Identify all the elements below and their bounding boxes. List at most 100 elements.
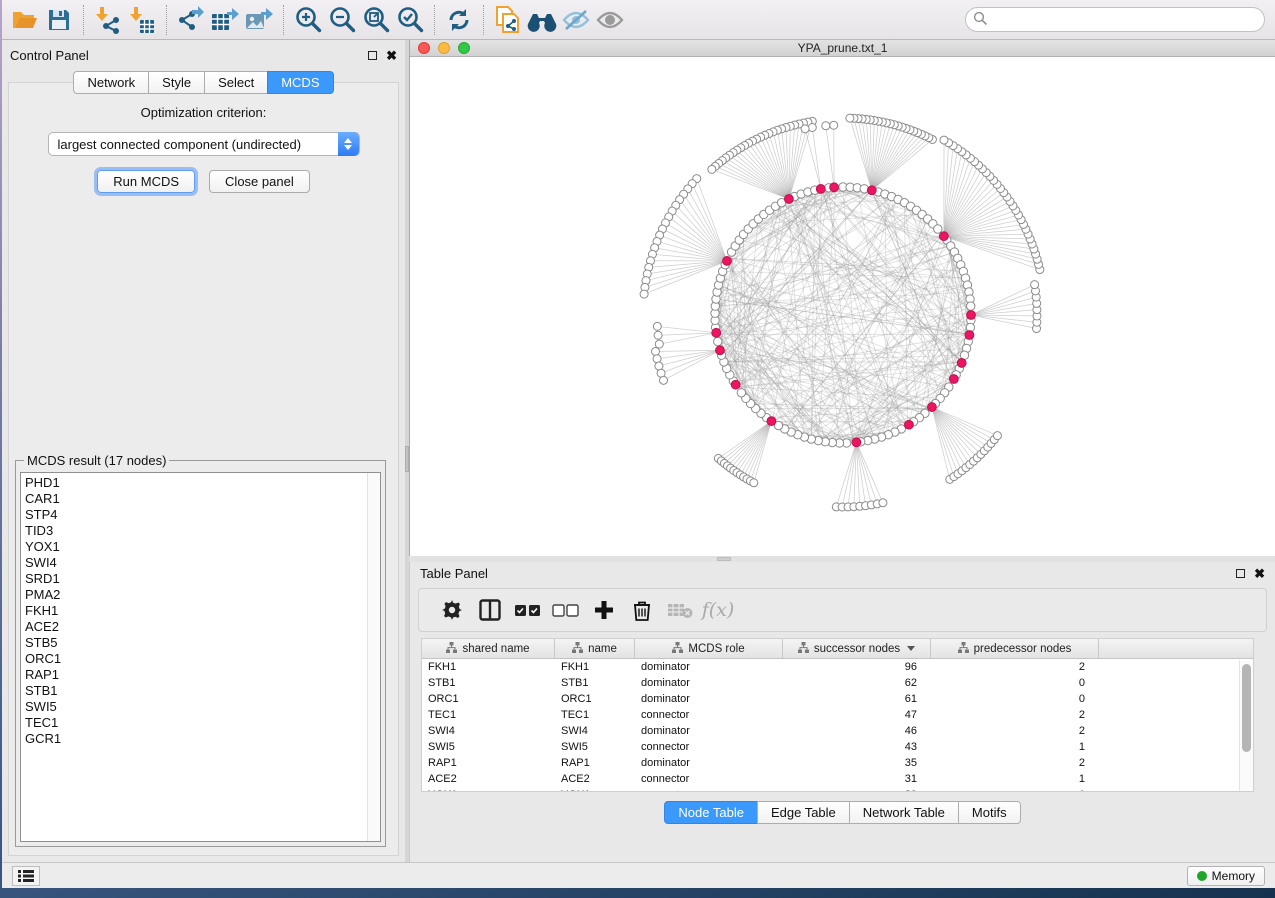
float-panel-icon[interactable] [1236, 569, 1245, 578]
tab-network-table[interactable]: Network Table [849, 801, 959, 824]
table-header-row: shared namenameMCDS rolesuccessor nodesp… [422, 639, 1253, 659]
show-all-icon[interactable] [593, 4, 627, 36]
table-tabs: Node TableEdge TableNetwork TableMotifs [410, 801, 1275, 824]
settings-gear-icon[interactable] [433, 592, 471, 628]
result-node[interactable]: STP4 [25, 507, 380, 523]
search-box [965, 7, 1265, 32]
table-cell: ORC1 [555, 693, 635, 705]
table-cell: dominator [635, 693, 783, 705]
save-session-icon[interactable] [42, 4, 76, 36]
zoom-out-icon[interactable] [325, 4, 359, 36]
result-node[interactable]: FKH1 [25, 603, 380, 619]
column-header-predecessor-nodes[interactable]: predecessor nodes [931, 639, 1099, 658]
table-row[interactable]: STB1STB1dominator620 [422, 675, 1253, 691]
table-cell: dominator [635, 725, 783, 737]
result-node[interactable]: GCR1 [25, 731, 380, 747]
table-row[interactable]: SWI5SWI5connector431 [422, 739, 1253, 755]
table-cell: YOX1 [422, 789, 555, 792]
import-table-icon[interactable] [125, 4, 159, 36]
close-panel-icon[interactable]: ✖ [386, 51, 397, 60]
table-scrollbar[interactable] [1239, 660, 1253, 791]
result-node[interactable]: ORC1 [25, 651, 380, 667]
zoom-in-icon[interactable] [291, 4, 325, 36]
zoom-selected-icon[interactable] [393, 4, 427, 36]
result-node[interactable]: PHD1 [25, 475, 380, 491]
result-list-scrollbar[interactable] [367, 473, 380, 841]
column-header-MCDS-role[interactable]: MCDS role [635, 639, 783, 658]
table-row[interactable]: ORC1ORC1dominator610 [422, 691, 1253, 707]
import-network-icon[interactable] [91, 4, 125, 36]
tab-style[interactable]: Style [148, 71, 205, 94]
export-table-icon[interactable] [208, 4, 242, 36]
tab-mcds[interactable]: MCDS [267, 71, 333, 94]
result-node[interactable]: STB5 [25, 635, 380, 651]
tab-node-table[interactable]: Node Table [664, 801, 758, 824]
table-cell: TEC1 [422, 709, 555, 721]
column-header-successor-nodes[interactable]: successor nodes [783, 639, 931, 658]
select-all-icon[interactable] [509, 592, 547, 628]
network-title: YPA_prune.txt_1 [410, 41, 1275, 55]
table-cell: FKH1 [555, 661, 635, 673]
table-row[interactable]: TEC1TEC1connector472 [422, 707, 1253, 723]
delete-row-icon[interactable] [623, 592, 661, 628]
toolbar-separator [283, 5, 284, 35]
result-node[interactable]: STB1 [25, 683, 380, 699]
table-cell: connector [635, 741, 783, 753]
tab-network[interactable]: Network [73, 71, 149, 94]
run-mcds-button[interactable]: Run MCDS [97, 170, 195, 193]
close-panel-button[interactable]: Close panel [209, 170, 310, 193]
network-canvas[interactable] [410, 57, 1274, 551]
export-image-icon[interactable] [242, 4, 276, 36]
toolbar-separator [434, 5, 435, 35]
memory-button[interactable]: Memory [1187, 866, 1265, 886]
deselect-all-icon[interactable] [547, 592, 585, 628]
result-node[interactable]: RAP1 [25, 667, 380, 683]
result-node[interactable]: CAR1 [25, 491, 380, 507]
export-network-icon[interactable] [174, 4, 208, 36]
result-node[interactable]: SRD1 [25, 571, 380, 587]
table-cell: 31 [783, 773, 931, 785]
close-panel-icon[interactable]: ✖ [1254, 569, 1265, 578]
task-history-button[interactable] [12, 866, 40, 886]
table-cell: 46 [783, 725, 931, 737]
table-row[interactable]: RAP1RAP1dominator352 [422, 755, 1253, 771]
add-row-icon[interactable] [585, 592, 623, 628]
table-panel-title: Table Panel [420, 566, 488, 581]
table-cell: STB1 [555, 677, 635, 689]
clone-network-icon[interactable] [491, 4, 525, 36]
table-row[interactable]: FKH1FKH1dominator962 [422, 659, 1253, 675]
table-cell: connector [635, 773, 783, 785]
result-node[interactable]: TID3 [25, 523, 380, 539]
result-node[interactable]: YOX1 [25, 539, 380, 555]
tab-select[interactable]: Select [204, 71, 268, 94]
column-header-shared-name[interactable]: shared name [422, 639, 555, 658]
table-row[interactable]: SWI4SWI4dominator462 [422, 723, 1253, 739]
splitter-grip[interactable] [717, 557, 731, 561]
show-columns-icon[interactable] [471, 592, 509, 628]
table-row[interactable]: ACE2ACE2connector311 [422, 771, 1253, 787]
table-row[interactable]: YOX1YOX1connector291 [422, 787, 1253, 792]
search-input[interactable] [965, 7, 1265, 32]
column-header-name[interactable]: name [555, 639, 635, 658]
criterion-dropdown[interactable]: largest connected component (undirected) [48, 132, 360, 156]
scrollbar-thumb[interactable] [1242, 664, 1251, 752]
table-cell: TEC1 [555, 709, 635, 721]
splitter-grip[interactable] [405, 446, 409, 472]
first-neighbors-icon[interactable] [525, 4, 559, 36]
result-node[interactable]: SWI5 [25, 699, 380, 715]
table-cell: 62 [783, 677, 931, 689]
float-panel-icon[interactable] [368, 51, 377, 60]
mcds-result-list[interactable]: PHD1CAR1STP4TID3YOX1SWI4SRD1PMA2FKH1ACE2… [20, 472, 381, 842]
tab-motifs[interactable]: Motifs [958, 801, 1021, 824]
table-cell: 0 [931, 693, 1099, 705]
refresh-layout-icon[interactable] [442, 4, 476, 36]
result-node[interactable]: SWI4 [25, 555, 380, 571]
table-cell: 61 [783, 693, 931, 705]
result-node[interactable]: TEC1 [25, 715, 380, 731]
tab-edge-table[interactable]: Edge Table [757, 801, 850, 824]
open-file-icon[interactable] [8, 4, 42, 36]
zoom-fit-icon[interactable] [359, 4, 393, 36]
hide-selected-icon[interactable] [559, 4, 593, 36]
result-node[interactable]: PMA2 [25, 587, 380, 603]
result-node[interactable]: ACE2 [25, 619, 380, 635]
